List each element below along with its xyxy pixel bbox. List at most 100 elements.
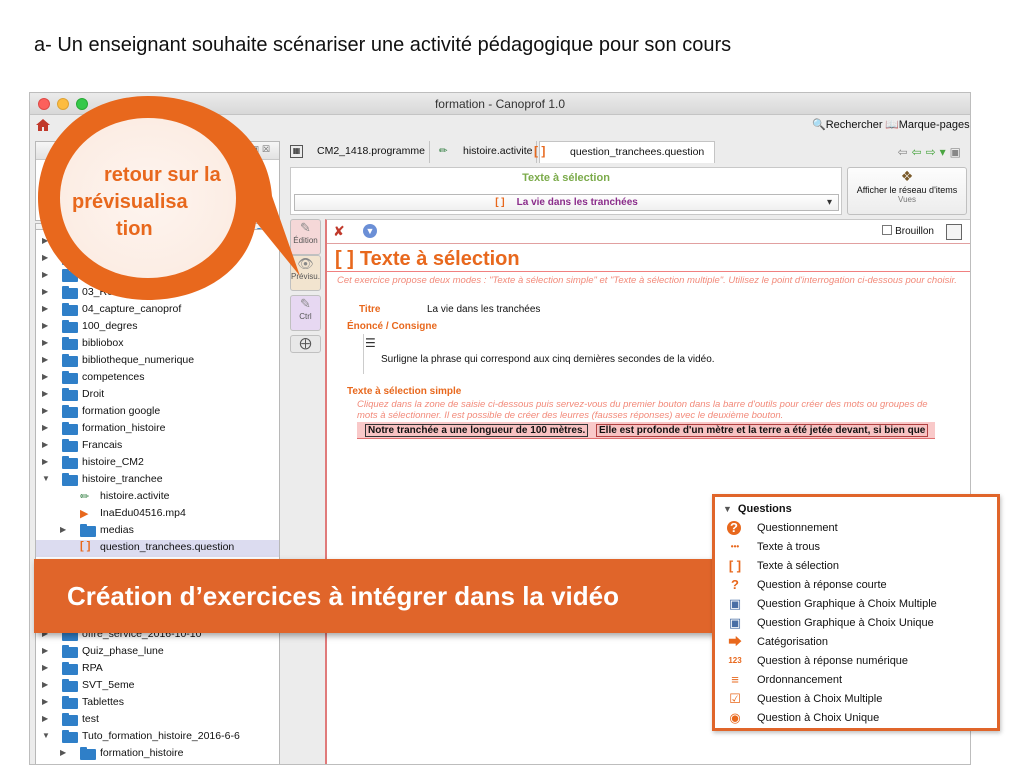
shortcut-item-1[interactable]: référentiel... bbox=[42, 168, 90, 178]
question-type-item[interactable]: Texte à sélection bbox=[757, 560, 839, 572]
tree-item[interactable]: ▶ Quiz_phase_lune bbox=[36, 644, 279, 661]
selection-chunk[interactable]: Notre tranchée a une longueur de 100 mèt… bbox=[365, 424, 589, 437]
chevron-right-icon[interactable]: ▶ bbox=[42, 355, 48, 364]
tree-item[interactable]: ▶ formation_histoire bbox=[36, 421, 279, 438]
chevron-right-icon[interactable]: ▶ bbox=[42, 372, 48, 381]
tree-item[interactable]: ▶ formation_histoire bbox=[36, 746, 279, 763]
tree-item[interactable]: [ ] question_tranchees.question bbox=[36, 540, 279, 557]
tree-item[interactable]: ▶ bibliobox bbox=[36, 336, 279, 353]
folder-icon bbox=[62, 645, 78, 658]
chevron-right-icon[interactable]: ▶ bbox=[60, 748, 66, 757]
tree-item[interactable]: ▶ RPA bbox=[36, 661, 279, 678]
chevron-right-icon[interactable]: ▶ bbox=[60, 525, 66, 534]
tree-item[interactable]: ✏ histoire.activite bbox=[36, 489, 279, 506]
question-type-item[interactable]: Texte à trous bbox=[757, 541, 820, 553]
tab-preview[interactable]: 👁 Prévisu. bbox=[290, 255, 321, 291]
tree-item[interactable]: ▶ medias bbox=[36, 523, 279, 540]
folder-icon bbox=[62, 713, 78, 726]
question-type-item[interactable]: Questionnement bbox=[757, 522, 838, 534]
chevron-right-icon[interactable]: ▶ bbox=[42, 236, 48, 245]
tree-item-label: histoire_CM2 bbox=[82, 456, 144, 468]
chevron-right-icon[interactable]: ▶ bbox=[42, 389, 48, 398]
history-nav[interactable]: ⇦⇦⇨▾▣ bbox=[897, 145, 965, 159]
tab-programme[interactable]: CM2_1418.programme bbox=[307, 141, 430, 163]
tree-item[interactable]: ▶ 100_degres bbox=[36, 319, 279, 336]
network-button[interactable]: ❖ Afficher le réseau d'items Vues bbox=[847, 167, 967, 215]
folder-icon bbox=[62, 303, 78, 316]
expand-icon[interactable] bbox=[946, 224, 962, 240]
left-column: courcis ▣▣☒ référentiel... Créer un élém… bbox=[35, 141, 280, 764]
share-icon: ⮕ bbox=[728, 634, 742, 649]
draft-toggle[interactable]: Brouillon bbox=[882, 225, 934, 237]
tree-item[interactable]: ▶ 04_capture_canoprof bbox=[36, 302, 279, 319]
home-icon[interactable] bbox=[36, 119, 50, 131]
questions-header[interactable]: ▼ Questions bbox=[723, 503, 792, 515]
chevron-right-icon[interactable]: ▶ bbox=[42, 440, 48, 449]
chevron-right-icon[interactable]: ▶ bbox=[42, 321, 48, 330]
selection-text-field[interactable]: Notre tranchée a une longueur de 100 mèt… bbox=[357, 422, 935, 439]
tree-item[interactable]: ▶ Francais bbox=[36, 438, 279, 455]
tree-item[interactable]: ▶ Droit bbox=[36, 387, 279, 404]
add-tab-button[interactable]: ⨁ bbox=[290, 335, 321, 353]
chevron-down-icon[interactable]: ▼ bbox=[42, 731, 50, 740]
chevron-right-icon[interactable]: ▶ bbox=[42, 304, 48, 313]
chevron-right-icon[interactable]: ▶ bbox=[42, 423, 48, 432]
tree-item[interactable]: ▶ competences bbox=[36, 370, 279, 387]
question-type-item[interactable]: Question à Choix Multiple bbox=[757, 693, 882, 705]
tree-item[interactable]: ▶ InaEdu04516.mp4 bbox=[36, 506, 279, 523]
question-type-item[interactable]: Ordonnancement bbox=[757, 674, 842, 686]
item-header: Texte à sélection [ ] La vie dans les tra… bbox=[290, 167, 842, 215]
folder-icon bbox=[62, 662, 78, 675]
chevron-right-icon[interactable]: ▶ bbox=[42, 714, 48, 723]
tab-activite[interactable]: ✏ histoire.activite bbox=[433, 141, 537, 163]
tab-edition[interactable]: ✎ Édition bbox=[290, 219, 321, 255]
panel-window-controls-icon[interactable]: ▣▣☒ bbox=[239, 144, 273, 155]
explorer-tree: ▶ 01_Formation_DT ▶ métadonnees ▶ 02_...forma… bbox=[35, 229, 280, 764]
tree-item[interactable]: ▶ métadonnees bbox=[36, 251, 279, 268]
search-button[interactable]: 🔍Rechercher bbox=[812, 118, 883, 131]
help-down-icon[interactable]: ▼ bbox=[363, 224, 377, 238]
delete-icon[interactable]: ✘ bbox=[333, 223, 345, 240]
tree-item[interactable]: ▼ histoire_tranchee bbox=[36, 472, 279, 489]
chevron-right-icon[interactable]: ▶ bbox=[42, 457, 48, 466]
tree-item-label: formation google bbox=[82, 405, 161, 417]
question-type-item[interactable]: Catégorisation bbox=[757, 636, 828, 648]
question-type-item[interactable]: Question à réponse courte bbox=[757, 579, 887, 591]
folder-icon bbox=[80, 524, 96, 537]
tree-item[interactable]: ▶ formation google bbox=[36, 404, 279, 421]
main-toolbar: 🔍Rechercher 📖Marque-pages bbox=[30, 115, 970, 137]
question-type-item[interactable]: Question à Choix Unique bbox=[757, 712, 879, 724]
enonce-value[interactable]: Surligne la phrase qui correspond aux ci… bbox=[381, 354, 715, 365]
question-type-item[interactable]: Question Graphique à Choix Unique bbox=[757, 617, 934, 629]
tree-item[interactable]: ▶ test bbox=[36, 712, 279, 729]
item-selector[interactable]: [ ] La vie dans les tranchées ▾ bbox=[294, 194, 839, 211]
chevron-right-icon[interactable]: ▶ bbox=[42, 287, 48, 296]
tree-item[interactable]: ▶ 02_...formation... bbox=[36, 268, 279, 285]
selection-chunk[interactable]: Elle est profonde d'un mètre et la terre… bbox=[596, 424, 929, 437]
tab-question[interactable]: [ ] question_tranchees.question bbox=[534, 141, 715, 163]
tree-item[interactable]: ▶ histoire_CM2 bbox=[36, 455, 279, 472]
chevron-right-icon[interactable]: ▶ bbox=[42, 270, 48, 279]
tree-item[interactable]: ▼ Tuto_formation_histoire_2016-6-6 bbox=[36, 729, 279, 746]
tree-item[interactable]: ▶ 03_References bbox=[36, 285, 279, 302]
chevron-right-icon[interactable]: ▶ bbox=[42, 663, 48, 672]
tree-item[interactable]: ▶ Tablettes bbox=[36, 695, 279, 712]
tree-item[interactable]: ▶ 01_Formation_DT bbox=[36, 234, 279, 251]
chevron-right-icon[interactable]: ▶ bbox=[42, 680, 48, 689]
chevron-right-icon[interactable]: ▶ bbox=[42, 406, 48, 415]
chevron-down-icon[interactable]: ▼ bbox=[42, 474, 50, 483]
bookmarks-button[interactable]: 📖Marque-pages bbox=[885, 118, 970, 131]
tree-item[interactable]: ▶ bibliotheque_numerique bbox=[36, 353, 279, 370]
chevron-right-icon[interactable]: ▶ bbox=[42, 697, 48, 706]
numbers-icon: 123 bbox=[728, 656, 742, 665]
tree-item[interactable]: ▶ SVT_5eme bbox=[36, 678, 279, 695]
question-type-item[interactable]: Question Graphique à Choix Multiple bbox=[757, 598, 937, 610]
folder-icon bbox=[62, 371, 78, 384]
text-block-icon: ☰ bbox=[365, 336, 376, 350]
titre-value[interactable]: La vie dans les tranchées bbox=[427, 304, 540, 315]
question-type-item[interactable]: Question à réponse numérique bbox=[757, 655, 908, 667]
tab-control[interactable]: ✎ Ctrl bbox=[290, 295, 321, 331]
chevron-right-icon[interactable]: ▶ bbox=[42, 338, 48, 347]
chevron-right-icon[interactable]: ▶ bbox=[42, 646, 48, 655]
chevron-right-icon[interactable]: ▶ bbox=[42, 253, 48, 262]
